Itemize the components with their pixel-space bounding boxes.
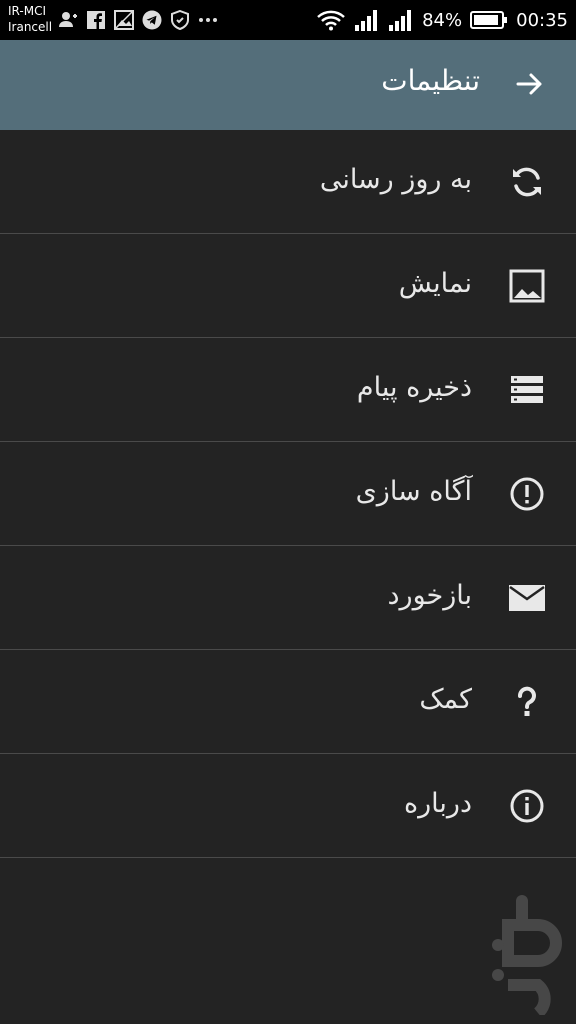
mail-icon <box>508 579 546 617</box>
app-bar: تنظیمات <box>0 40 576 130</box>
app-logo-watermark <box>492 895 562 1015</box>
back-button[interactable] <box>514 68 546 100</box>
settings-item-label: ذخیره پیام <box>356 372 472 403</box>
add-contact-icon <box>58 10 78 30</box>
settings-item-label: آگاه سازی <box>355 476 472 507</box>
alert-icon <box>508 475 546 513</box>
carrier-1: IR-MCI <box>8 4 46 18</box>
battery-percent: 84% <box>422 9 463 31</box>
battery-icon <box>470 10 508 30</box>
telegram-icon <box>142 10 162 30</box>
status-bar: IR-MCI Irancell 84% 00:35 <box>0 0 576 40</box>
settings-item-notifications[interactable]: آگاه سازی <box>0 442 576 546</box>
info-icon <box>508 787 546 825</box>
settings-item-label: به روز رسانی <box>319 164 472 195</box>
image-icon <box>508 267 546 305</box>
signal-icon <box>354 10 380 31</box>
settings-item-about[interactable]: درباره <box>0 754 576 858</box>
page-title: تنظیمات <box>381 64 480 97</box>
settings-item-save-messages[interactable]: ذخیره پیام <box>0 338 576 442</box>
carrier-2: Irancell <box>8 20 53 34</box>
carrier-names: IR-MCI Irancell <box>8 3 52 35</box>
image-icon <box>114 10 134 30</box>
storage-icon <box>508 371 546 409</box>
settings-item-label: درباره <box>404 788 472 819</box>
shield-icon <box>170 10 190 30</box>
refresh-icon <box>508 163 546 201</box>
settings-list: به روز رسانی نمایش ذخیره پیام آگاه سازی … <box>0 130 576 858</box>
settings-item-feedback[interactable]: بازخورد <box>0 546 576 650</box>
more-icon <box>198 10 218 30</box>
facebook-icon <box>86 10 106 30</box>
notification-icons <box>58 9 218 31</box>
system-status: 84% 00:35 <box>316 8 568 32</box>
settings-item-label: بازخورد <box>387 580 472 611</box>
settings-item-label: نمایش <box>398 268 472 299</box>
arrow-forward-icon <box>516 73 542 95</box>
help-icon <box>508 683 546 721</box>
signal-icon <box>388 10 414 31</box>
wifi-icon <box>316 10 346 31</box>
settings-item-label: کمک <box>419 684 472 715</box>
settings-item-help[interactable]: کمک <box>0 650 576 754</box>
settings-item-update[interactable]: به روز رسانی <box>0 130 576 234</box>
settings-item-display[interactable]: نمایش <box>0 234 576 338</box>
clock: 00:35 <box>516 9 568 31</box>
